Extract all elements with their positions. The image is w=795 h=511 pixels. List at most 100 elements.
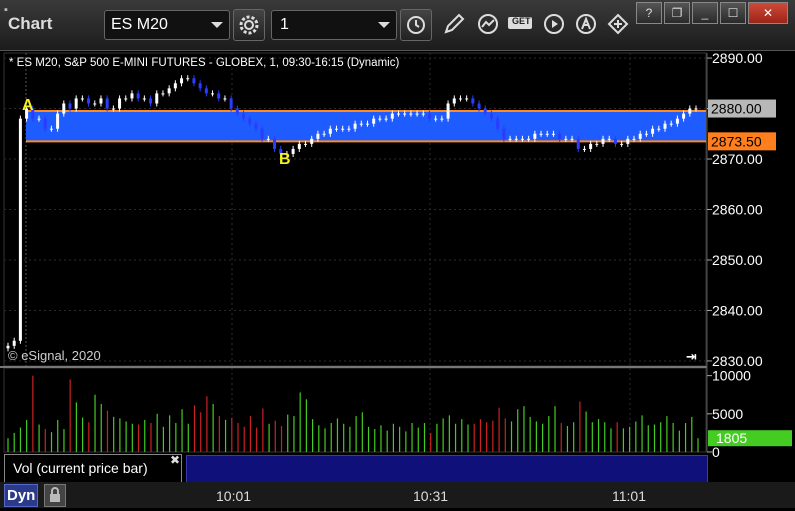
- alert-icon: [576, 14, 596, 34]
- candle-body: [335, 128, 339, 130]
- interval-value: 1: [280, 16, 289, 33]
- candle-body: [68, 103, 72, 109]
- candle-body: [186, 78, 190, 80]
- minimize-icon: _: [701, 6, 709, 20]
- zone-fill: [26, 111, 706, 142]
- candle-body: [669, 123, 673, 125]
- candle-body: [353, 123, 357, 129]
- candle-body: [620, 143, 624, 145]
- candle-body: [43, 118, 47, 129]
- dynamic-mode-button[interactable]: Dyn: [4, 484, 39, 507]
- alerts-button[interactable]: [572, 10, 600, 38]
- candle-body: [347, 128, 351, 130]
- candle-body: [87, 98, 91, 104]
- candle-body: [310, 138, 314, 144]
- candle-body: [242, 113, 246, 119]
- candle-body: [539, 133, 543, 135]
- candle-body: [545, 133, 549, 135]
- candle-body: [682, 113, 686, 119]
- candle-body: [130, 93, 134, 99]
- price-tick-label: 2840.00: [712, 302, 763, 318]
- candle-body: [18, 118, 22, 341]
- help-button[interactable]: ?: [636, 2, 662, 24]
- restore-button[interactable]: ❐: [664, 2, 690, 24]
- candle-body: [421, 113, 425, 115]
- restore-icon: ❐: [671, 6, 683, 20]
- candle-body: [118, 98, 122, 109]
- cursor-move-button[interactable]: [604, 10, 632, 38]
- move-icon: [607, 13, 629, 35]
- candle-body: [638, 133, 642, 139]
- candle-body: [595, 143, 599, 145]
- candle-body: [471, 98, 475, 104]
- candle-body: [322, 133, 326, 135]
- minimize-button[interactable]: _: [692, 2, 718, 24]
- candle-body: [576, 138, 580, 149]
- candle-body: [434, 118, 438, 120]
- price-tag-label: 2873.50: [711, 133, 762, 149]
- get-data-button[interactable]: GET: [506, 10, 536, 38]
- close-icon[interactable]: ✖: [170, 453, 180, 467]
- copyright-text: © eSignal, 2020: [8, 348, 101, 363]
- candle-body: [675, 118, 679, 124]
- chart-header: * ES M20, S&P 500 E-MINI FUTURES - GLOBE…: [9, 57, 399, 69]
- candle-body: [607, 138, 611, 140]
- close-button[interactable]: ✕: [748, 2, 788, 24]
- candle-body: [644, 133, 648, 135]
- symbol-dropdown[interactable]: ES M20: [104, 10, 230, 40]
- candle-body: [551, 133, 555, 135]
- maximize-button[interactable]: ☐: [720, 2, 746, 24]
- candle-body: [520, 138, 524, 140]
- candle-body: [223, 98, 227, 100]
- volume-tick-label: 10000: [712, 368, 751, 384]
- vol-study-title: Vol (current price bar): [13, 460, 148, 476]
- candle-body: [204, 88, 208, 94]
- vol-study-label[interactable]: Vol (current price bar): [4, 454, 182, 483]
- price-zone: [26, 110, 706, 143]
- replay-button[interactable]: [540, 10, 568, 38]
- candle-body: [74, 98, 78, 109]
- candle-body: [62, 103, 66, 114]
- candle-body: [161, 93, 165, 95]
- candle-body: [514, 138, 518, 140]
- volume-tick-label: 5000: [712, 406, 743, 422]
- candle-body: [570, 138, 574, 140]
- candle-body: [427, 113, 431, 119]
- candle-body: [99, 98, 103, 104]
- candle-body: [558, 133, 562, 139]
- candle-body: [372, 118, 376, 124]
- chart-canvas[interactable]: A B * ES M20, S&P 500 E-MINI FUTURES - GLO…: [0, 51, 795, 482]
- candle-body: [359, 123, 363, 125]
- candle-body: [291, 148, 295, 154]
- candle-body: [378, 118, 382, 120]
- candle-body: [477, 103, 481, 109]
- time-template-button[interactable]: [400, 9, 432, 41]
- studies-button[interactable]: [474, 10, 502, 38]
- candle-body: [626, 138, 630, 144]
- candle-body: [211, 93, 215, 95]
- candle-body: [483, 108, 487, 114]
- candle-body: [260, 128, 264, 139]
- interval-dropdown[interactable]: 1: [271, 10, 397, 40]
- candle-body: [465, 98, 469, 100]
- candle-body: [12, 340, 16, 346]
- candle-body: [149, 98, 153, 104]
- chevron-down-icon: [378, 22, 390, 28]
- question-icon: ?: [645, 6, 653, 20]
- candle-body: [93, 103, 97, 105]
- volume-tick-label: 0: [712, 444, 720, 460]
- volume-tag-label: 1805: [716, 430, 747, 446]
- candle-body: [489, 113, 493, 119]
- price-tag-label: 2880.00: [711, 101, 762, 117]
- candle-body: [613, 138, 617, 144]
- candle-body: [192, 78, 196, 84]
- price-tick-label: 2850.00: [712, 252, 763, 268]
- candle-body: [167, 88, 171, 94]
- candle-body: [403, 113, 407, 115]
- draw-tool-button[interactable]: [440, 10, 468, 38]
- lock-button[interactable]: [44, 484, 66, 507]
- annotation-b: B: [279, 151, 291, 168]
- settings-button[interactable]: [233, 9, 265, 41]
- candle-body: [496, 118, 500, 129]
- candle-body: [266, 138, 270, 140]
